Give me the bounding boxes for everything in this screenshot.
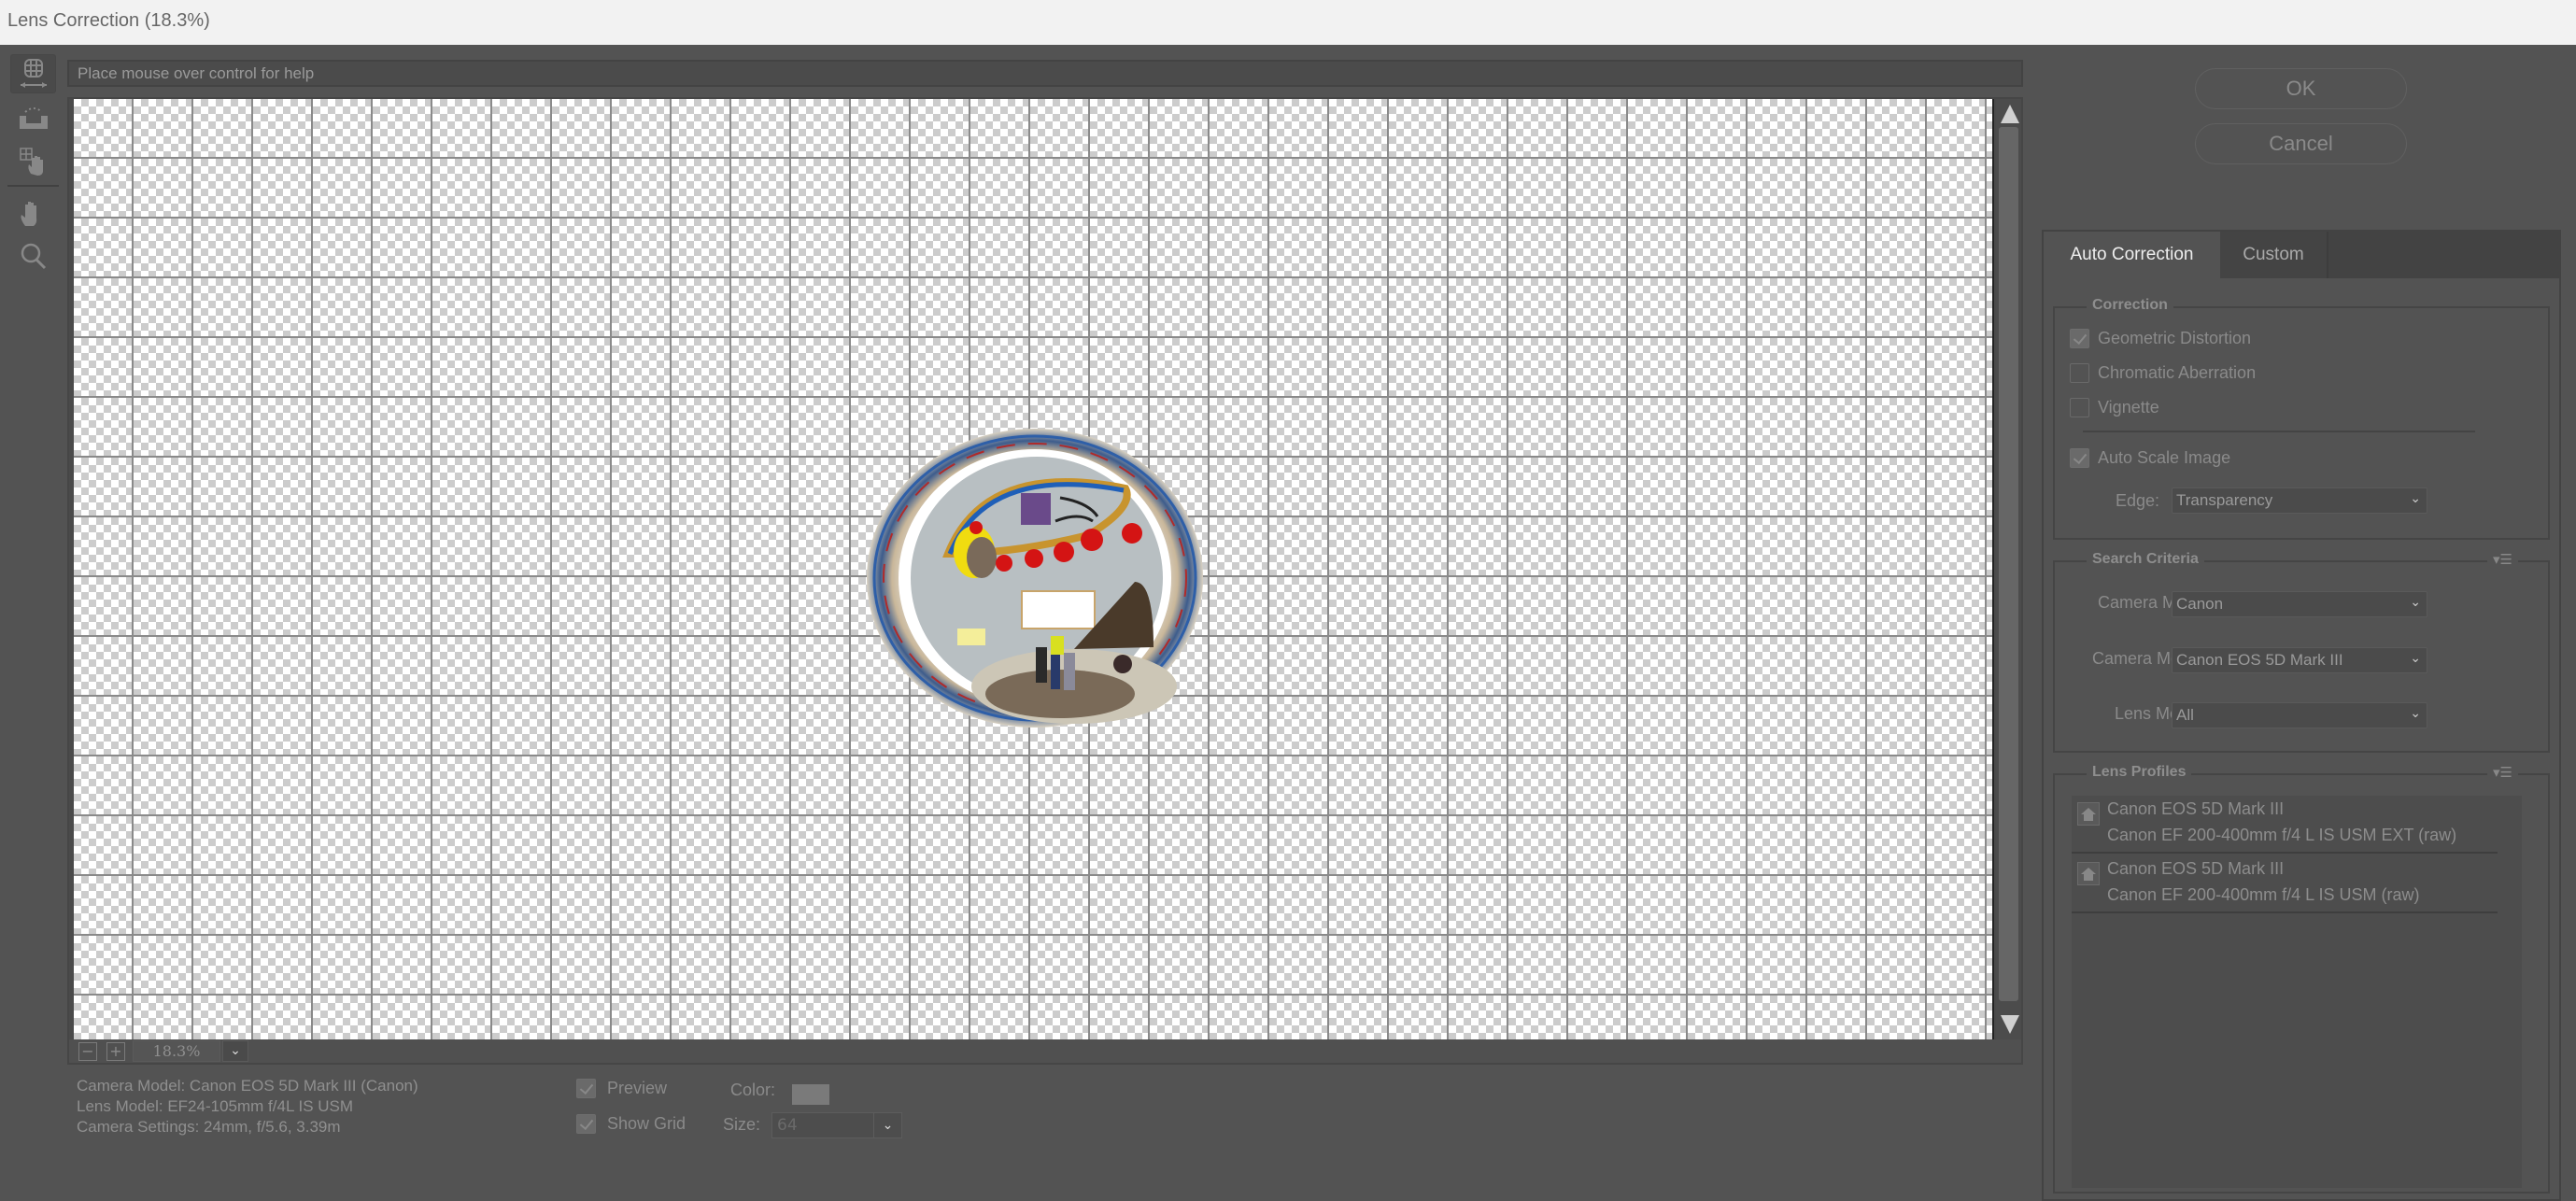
- correction-divider: [2083, 431, 2475, 432]
- profile-camera: Canon EOS 5D Mark III: [2107, 859, 2285, 878]
- camera-model-info: Camera Model: Canon EOS 5D Mark III (Can…: [77, 1077, 418, 1095]
- chevron-down-icon: ⌄: [230, 1043, 241, 1058]
- cancel-button[interactable]: Cancel: [2195, 123, 2407, 164]
- chevron-down-icon: ⌄: [2410, 706, 2421, 721]
- remove-distortion-tool[interactable]: [10, 54, 56, 93]
- move-grid-tool[interactable]: [10, 142, 56, 181]
- show-grid-checkbox[interactable]: [576, 1114, 596, 1134]
- zoom-out-button[interactable]: −: [78, 1042, 97, 1061]
- zoom-bar: − + 18.3% ⌄: [69, 1039, 2021, 1063]
- help-bar: Place mouse over control for help: [67, 60, 2023, 87]
- home-icon: [2077, 802, 2100, 826]
- lens-profile-item[interactable]: Canon EOS 5D Mark III Canon EF 200-400mm…: [2072, 855, 2498, 913]
- profile-camera: Canon EOS 5D Mark III: [2107, 799, 2285, 818]
- camera-make-select[interactable]: Canon ⌄: [2172, 591, 2427, 617]
- edge-value: Transparency: [2176, 491, 2273, 509]
- chromatic-aberration-label: Chromatic Aberration: [2098, 363, 2257, 382]
- move-grid-icon: [19, 148, 43, 176]
- scroll-up-arrow-icon[interactable]: [2001, 105, 2019, 123]
- grid-color-label: Color:: [730, 1081, 776, 1099]
- vignette-label: Vignette: [2098, 398, 2159, 417]
- toolbar-separator: [7, 185, 59, 187]
- preview-checkbox[interactable]: [576, 1079, 596, 1098]
- geometric-distortion-label: Geometric Distortion: [2098, 329, 2252, 347]
- profile-lens: Canon EF 200-400mm f/4 L IS USM (raw): [2107, 885, 2420, 904]
- chevron-down-icon: ⌄: [2410, 491, 2421, 506]
- grid-size-select[interactable]: 64 ⌄: [771, 1112, 902, 1138]
- hand-icon: [21, 202, 36, 226]
- scroll-thumb[interactable]: [1999, 127, 2018, 1001]
- lens-model-info: Lens Model: EF24-105mm f/4L IS USM: [77, 1097, 354, 1115]
- edge-select[interactable]: Transparency ⌄: [2172, 487, 2427, 514]
- chromatic-aberration-checkbox[interactable]: [2070, 363, 2089, 383]
- camera-make-value: Canon: [2176, 595, 2224, 613]
- preview-canvas[interactable]: [74, 99, 1994, 1039]
- lens-profiles-list: Canon EOS 5D Mark III Canon EF 200-400mm…: [2072, 796, 2522, 1188]
- preview-area: − + 18.3% ⌄: [67, 97, 2023, 1065]
- search-criteria-menu-icon[interactable]: ▾☰: [2487, 551, 2518, 568]
- zoom-dropdown-button[interactable]: ⌄: [222, 1040, 248, 1062]
- correction-title: Correction: [2087, 297, 2173, 314]
- zoom-level-field[interactable]: 18.3%: [133, 1040, 220, 1062]
- grid-color-swatch[interactable]: [792, 1084, 829, 1105]
- vignette-checkbox[interactable]: [2070, 398, 2089, 417]
- settings-panel: Auto Correction Custom Correction Geomet…: [2042, 230, 2561, 1201]
- chevron-down-icon: ⌄: [2410, 595, 2421, 610]
- lens-profiles-title: Lens Profiles: [2087, 764, 2192, 781]
- corrected-image-preview: [867, 429, 1203, 728]
- correction-group: Correction Geometric Distortion Chromati…: [2053, 297, 2550, 540]
- grid-size-label: Size:: [723, 1115, 761, 1134]
- home-icon: [2077, 862, 2100, 885]
- scroll-down-arrow-icon[interactable]: [2001, 1015, 2019, 1034]
- camera-model-value: Canon EOS 5D Mark III: [2176, 651, 2343, 669]
- magnifier-icon: [21, 243, 46, 270]
- camera-model-select[interactable]: Canon EOS 5D Mark III ⌄: [2172, 647, 2427, 673]
- straighten-icon: [19, 107, 48, 129]
- auto-scale-image-label: Auto Scale Image: [2098, 448, 2231, 467]
- grid-size-value: 64: [777, 1116, 798, 1135]
- search-criteria-title: Search Criteria: [2087, 551, 2204, 568]
- search-criteria-group: Search Criteria ▾☰ Camera Make: Canon ⌄ …: [2053, 551, 2550, 753]
- edge-label: Edge:: [2116, 491, 2160, 510]
- show-grid-label: Show Grid: [607, 1114, 686, 1133]
- straighten-tool[interactable]: [10, 99, 56, 138]
- hand-tool[interactable]: [10, 194, 56, 233]
- geometric-distortion-checkbox[interactable]: [2070, 329, 2089, 348]
- zoom-tool[interactable]: [10, 237, 56, 276]
- tab-bar: Auto Correction Custom: [2044, 232, 2559, 278]
- help-text: Place mouse over control for help: [78, 64, 315, 82]
- tab-auto-correction[interactable]: Auto Correction: [2044, 232, 2220, 278]
- lens-profiles-group: Lens Profiles ▾☰ Canon EOS 5D Mark III C…: [2053, 764, 2550, 1194]
- remove-distortion-icon: [20, 59, 47, 88]
- lens-profiles-menu-icon[interactable]: ▾☰: [2487, 764, 2518, 781]
- preview-label: Preview: [607, 1079, 668, 1097]
- ok-button[interactable]: OK: [2195, 68, 2407, 109]
- window-title: Lens Correction (18.3%): [7, 10, 210, 31]
- profile-lens: Canon EF 200-400mm f/4 L IS USM EXT (raw…: [2107, 826, 2457, 844]
- camera-settings-info: Camera Settings: 24mm, f/5.6, 3.39m: [77, 1118, 341, 1136]
- chevron-down-icon[interactable]: ⌄: [873, 1113, 901, 1137]
- chevron-down-icon: ⌄: [2410, 651, 2421, 666]
- tab-custom[interactable]: Custom: [2220, 232, 2328, 278]
- image-info: Camera Model: Canon EOS 5D Mark III (Can…: [77, 1076, 418, 1137]
- auto-scale-image-checkbox[interactable]: [2070, 448, 2089, 468]
- lens-model-select[interactable]: All ⌄: [2172, 702, 2427, 728]
- lens-correction-dialog: Place mouse over control for help − + 18…: [0, 45, 2576, 1201]
- title-bar: Lens Correction (18.3%): [0, 0, 2576, 45]
- zoom-in-button[interactable]: +: [106, 1042, 125, 1061]
- lens-profile-item[interactable]: Canon EOS 5D Mark III Canon EF 200-400mm…: [2072, 796, 2498, 854]
- vertical-scrollbar[interactable]: [1996, 99, 2021, 1039]
- lens-model-value: All: [2176, 706, 2194, 724]
